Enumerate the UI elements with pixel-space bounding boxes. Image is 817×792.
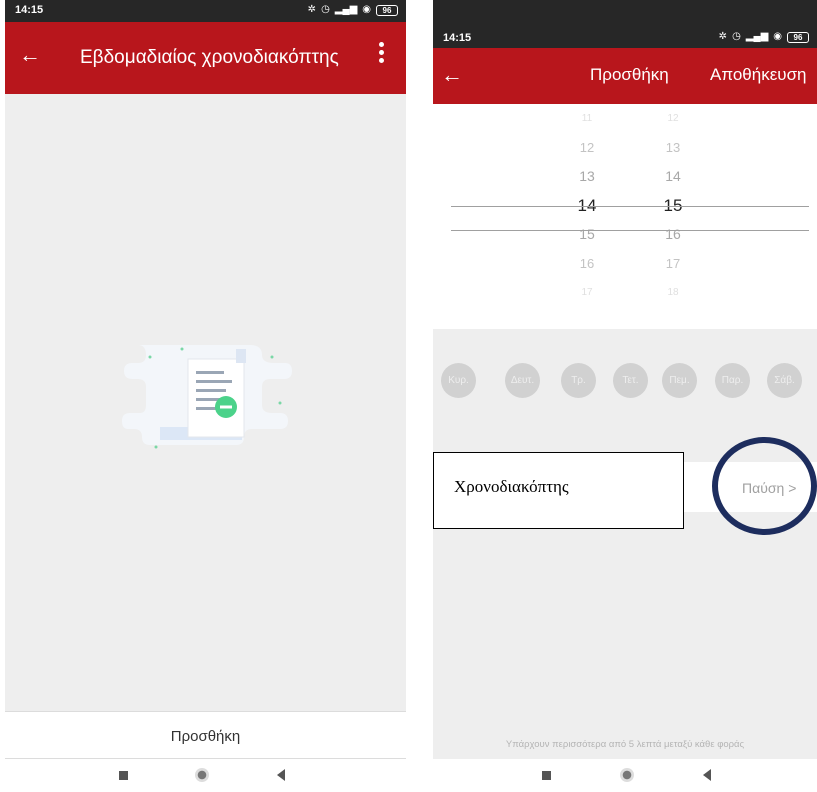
picker-item: 15 [579,226,595,242]
battery-icon: 96 [376,4,398,16]
picker-item: 17 [581,287,593,298]
wifi-icon: ◉ [362,4,371,15]
recents-icon[interactable] [542,771,551,780]
highlight-circle [712,437,817,535]
picker-item: 11 [581,113,593,124]
battery-icon: 96 [787,31,809,43]
day-chip-monday[interactable]: Δευτ. [505,363,540,398]
app-bar: ← Προσθήκη Αποθήκευση [433,48,817,104]
picker-item: 12 [667,113,679,124]
callout-box: Χρονοδιακόπτης [433,452,684,529]
status-bar: 14:15 ✲ ◷ ▂▄▆ ◉ 96 [433,0,817,48]
day-chip-tuesday[interactable]: Τρ. [561,363,596,398]
left-screen: 14:15 ✲ ◷ ▂▄▆ ◉ 96 ← Εβδομαδιαίος χρονοδ… [5,0,406,792]
page-title: Προσθήκη [590,65,669,84]
time-picker[interactable]: 11 12 13 14 15 16 17 12 13 14 15 16 17 1… [433,104,817,329]
callout-label: Χρονοδιακόπτης [454,477,569,496]
picker-selection-line [451,230,809,231]
system-nav-bar [5,759,406,792]
save-button[interactable]: Αποθήκευση [710,65,807,85]
right-screen: 14:15 ✲ ◷ ▂▄▆ ◉ 96 ← Προσθήκη Αποθήκευση… [433,0,817,792]
day-chip-thursday[interactable]: Πεμ. [662,363,697,398]
nav-back-icon[interactable] [703,769,711,781]
signal-icon: ▂▄▆ [334,4,358,15]
picker-item: 12 [579,140,595,155]
status-icons: ✲ ◷ ▂▄▆ ◉ 96 [719,30,809,44]
alarm-icon: ◷ [732,31,741,42]
day-chip-saturday[interactable]: Σάβ. [767,363,802,398]
day-chip-wednesday[interactable]: Τετ. [613,363,648,398]
document-with-minus-icon [122,345,292,449]
back-arrow-icon[interactable]: ← [441,62,463,88]
home-icon[interactable] [195,768,209,782]
status-bar: 14:15 ✲ ◷ ▂▄▆ ◉ 96 [5,0,406,22]
back-arrow-icon[interactable]: ← [19,42,41,68]
day-chip-sunday[interactable]: Κυρ. [441,363,476,398]
status-icons: ✲ ◷ ▂▄▆ ◉ 96 [308,3,398,17]
status-time: 14:15 [15,4,44,16]
picker-item: 16 [579,256,595,271]
picker-item: 14 [665,168,681,184]
bluetooth-icon: ✲ [718,31,728,42]
days-selector: Κυρ. Δευτ. Τρ. Τετ. Πεμ. Παρ. Σάβ. [433,363,817,407]
status-time: 14:15 [443,32,472,44]
add-button-label: Προσθήκη [170,728,241,745]
info-text: Υπάρχουν περισσότερα από 5 λεπτά μεταξύ … [505,739,745,750]
picker-item: 13 [579,168,595,184]
picker-item: 17 [665,256,681,271]
system-nav-bar [433,759,817,792]
picker-item: 13 [665,140,681,155]
signal-icon: ▂▄▆ [745,31,769,42]
recents-icon[interactable] [119,771,128,780]
page-title: Εβδομαδιαίος χρονοδιακόπτης [80,47,339,68]
add-button[interactable]: Προσθήκη [5,711,406,759]
bluetooth-icon: ✲ [307,4,317,15]
picker-item: 16 [665,226,681,242]
day-chip-friday[interactable]: Παρ. [715,363,750,398]
picker-item: 18 [667,287,679,298]
wifi-icon: ◉ [773,31,782,42]
alarm-icon: ◷ [321,4,330,15]
more-options-icon[interactable] [376,42,386,72]
home-icon[interactable] [620,768,634,782]
app-bar: ← Εβδομαδιαίος χρονοδιακόπτης [5,22,406,94]
nav-back-icon[interactable] [277,769,285,781]
picker-selection-line [451,206,809,207]
